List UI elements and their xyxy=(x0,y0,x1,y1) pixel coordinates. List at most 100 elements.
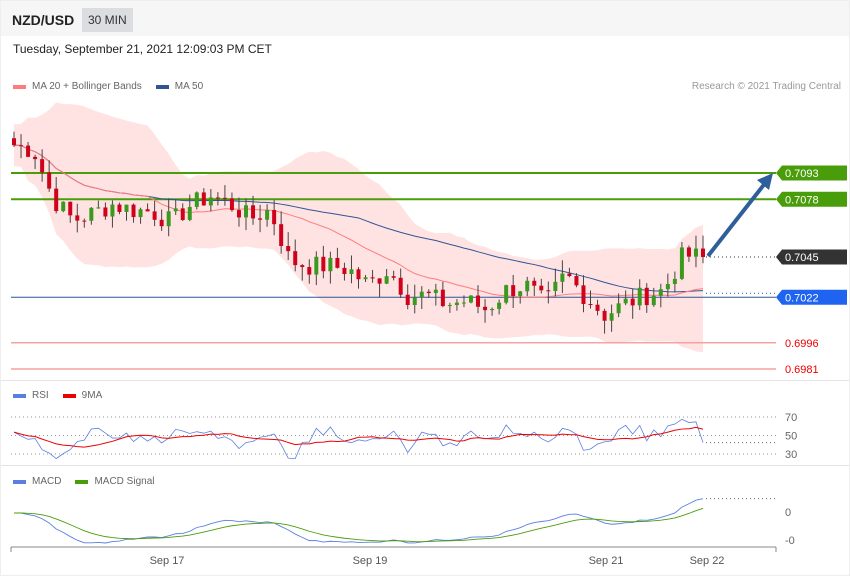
candle-body xyxy=(265,210,270,220)
candle-body xyxy=(602,310,607,321)
candle-body xyxy=(574,276,579,286)
candle-body xyxy=(567,273,572,277)
candle-body xyxy=(412,297,417,305)
candle-body xyxy=(12,138,16,146)
candle-body xyxy=(518,291,523,297)
rsi-tick: 30 xyxy=(785,449,797,461)
rsi-tick: 70 xyxy=(785,412,797,424)
support-label: 0.6996 xyxy=(785,338,819,350)
candle-body xyxy=(75,215,80,221)
x-tick-label: Sep 17 xyxy=(150,555,185,567)
candle-body xyxy=(447,305,452,307)
candle-body xyxy=(279,224,284,247)
candle-body xyxy=(335,257,340,268)
candle-body xyxy=(96,207,101,209)
candle-body xyxy=(33,156,38,160)
candle-body xyxy=(68,201,73,216)
candle-body xyxy=(222,197,227,199)
resistance-label: 0.7093 xyxy=(785,168,819,180)
candle-body xyxy=(595,304,600,311)
candle-body xyxy=(440,289,445,307)
candle-body xyxy=(433,289,438,294)
candle-body xyxy=(377,278,382,284)
candle xyxy=(61,201,66,213)
candle-body xyxy=(672,278,677,284)
candle-body xyxy=(693,248,698,257)
resistance-label: 0.7078 xyxy=(785,194,819,206)
candle-body xyxy=(504,285,509,303)
candle-body xyxy=(47,172,52,189)
candle-body xyxy=(124,204,129,212)
candle-body xyxy=(391,276,396,278)
candle-body xyxy=(630,298,635,306)
rsi-tick: 50 xyxy=(785,431,797,443)
candle-body xyxy=(461,302,466,304)
candle-body xyxy=(82,220,87,222)
candle-body xyxy=(293,251,298,266)
candle-body xyxy=(103,207,108,217)
candle-body xyxy=(581,285,586,304)
candle-body xyxy=(651,295,656,306)
candle-body xyxy=(258,218,263,220)
candle-body xyxy=(236,210,241,218)
candle-body xyxy=(342,267,347,275)
candle-body xyxy=(588,303,593,305)
price-chart: 0.7093 0.7078 0.7045 0.7022 0.6996 0.6981 70 50… xyxy=(10,102,847,567)
candle-body xyxy=(658,289,663,296)
candle-body xyxy=(328,257,333,272)
candle-body xyxy=(145,209,150,212)
candle-body xyxy=(215,197,220,199)
candle-body xyxy=(511,285,516,297)
candle-body xyxy=(539,285,544,291)
candle-body xyxy=(54,188,59,212)
macd-line xyxy=(13,498,704,544)
candle-body xyxy=(546,290,551,292)
candle-body xyxy=(208,197,213,206)
candle-body xyxy=(419,291,424,298)
candle-body xyxy=(637,287,642,306)
candle-body xyxy=(300,265,305,268)
candle-body xyxy=(616,303,621,314)
candle-body xyxy=(560,273,565,282)
candle-body xyxy=(26,145,31,157)
candle xyxy=(194,191,199,210)
candle xyxy=(468,295,473,304)
candle-body xyxy=(349,269,354,275)
candle-body xyxy=(244,205,249,218)
candle-body xyxy=(665,283,670,290)
candle-body xyxy=(701,248,705,257)
candle-body xyxy=(321,256,326,272)
macd-tick: 0 xyxy=(785,507,791,519)
rsi-ma-line xyxy=(13,426,704,448)
candle-body xyxy=(272,210,277,225)
candle-body xyxy=(497,302,502,309)
candle-body xyxy=(525,280,530,292)
forecast-arrow xyxy=(706,180,768,258)
candle-body xyxy=(476,295,481,307)
candle-body xyxy=(173,208,178,212)
candle-body xyxy=(644,287,649,306)
candle-body xyxy=(138,209,143,218)
candle-body xyxy=(286,246,291,252)
macd-signal-line xyxy=(13,507,704,543)
candle-body xyxy=(686,247,691,257)
candle-body xyxy=(363,277,368,280)
candle-body xyxy=(89,207,94,221)
candle-body xyxy=(384,276,389,284)
x-tick-label: Sep 22 xyxy=(690,555,725,567)
macd-tick: -0 xyxy=(785,535,795,547)
candle-body xyxy=(490,308,495,311)
candle-body xyxy=(40,159,45,173)
candle-body xyxy=(314,256,319,275)
candle-body xyxy=(194,192,199,207)
candle-body xyxy=(117,204,122,212)
bollinger-band xyxy=(14,102,703,353)
candle-body xyxy=(229,198,234,211)
candle-body xyxy=(61,201,66,212)
x-tick-label: Sep 21 xyxy=(589,555,624,567)
candle-body xyxy=(307,267,312,275)
pivot-label: 0.7022 xyxy=(785,292,819,304)
candle-body xyxy=(532,280,537,286)
candle-body xyxy=(553,281,558,292)
x-tick-label: Sep 19 xyxy=(353,555,388,567)
